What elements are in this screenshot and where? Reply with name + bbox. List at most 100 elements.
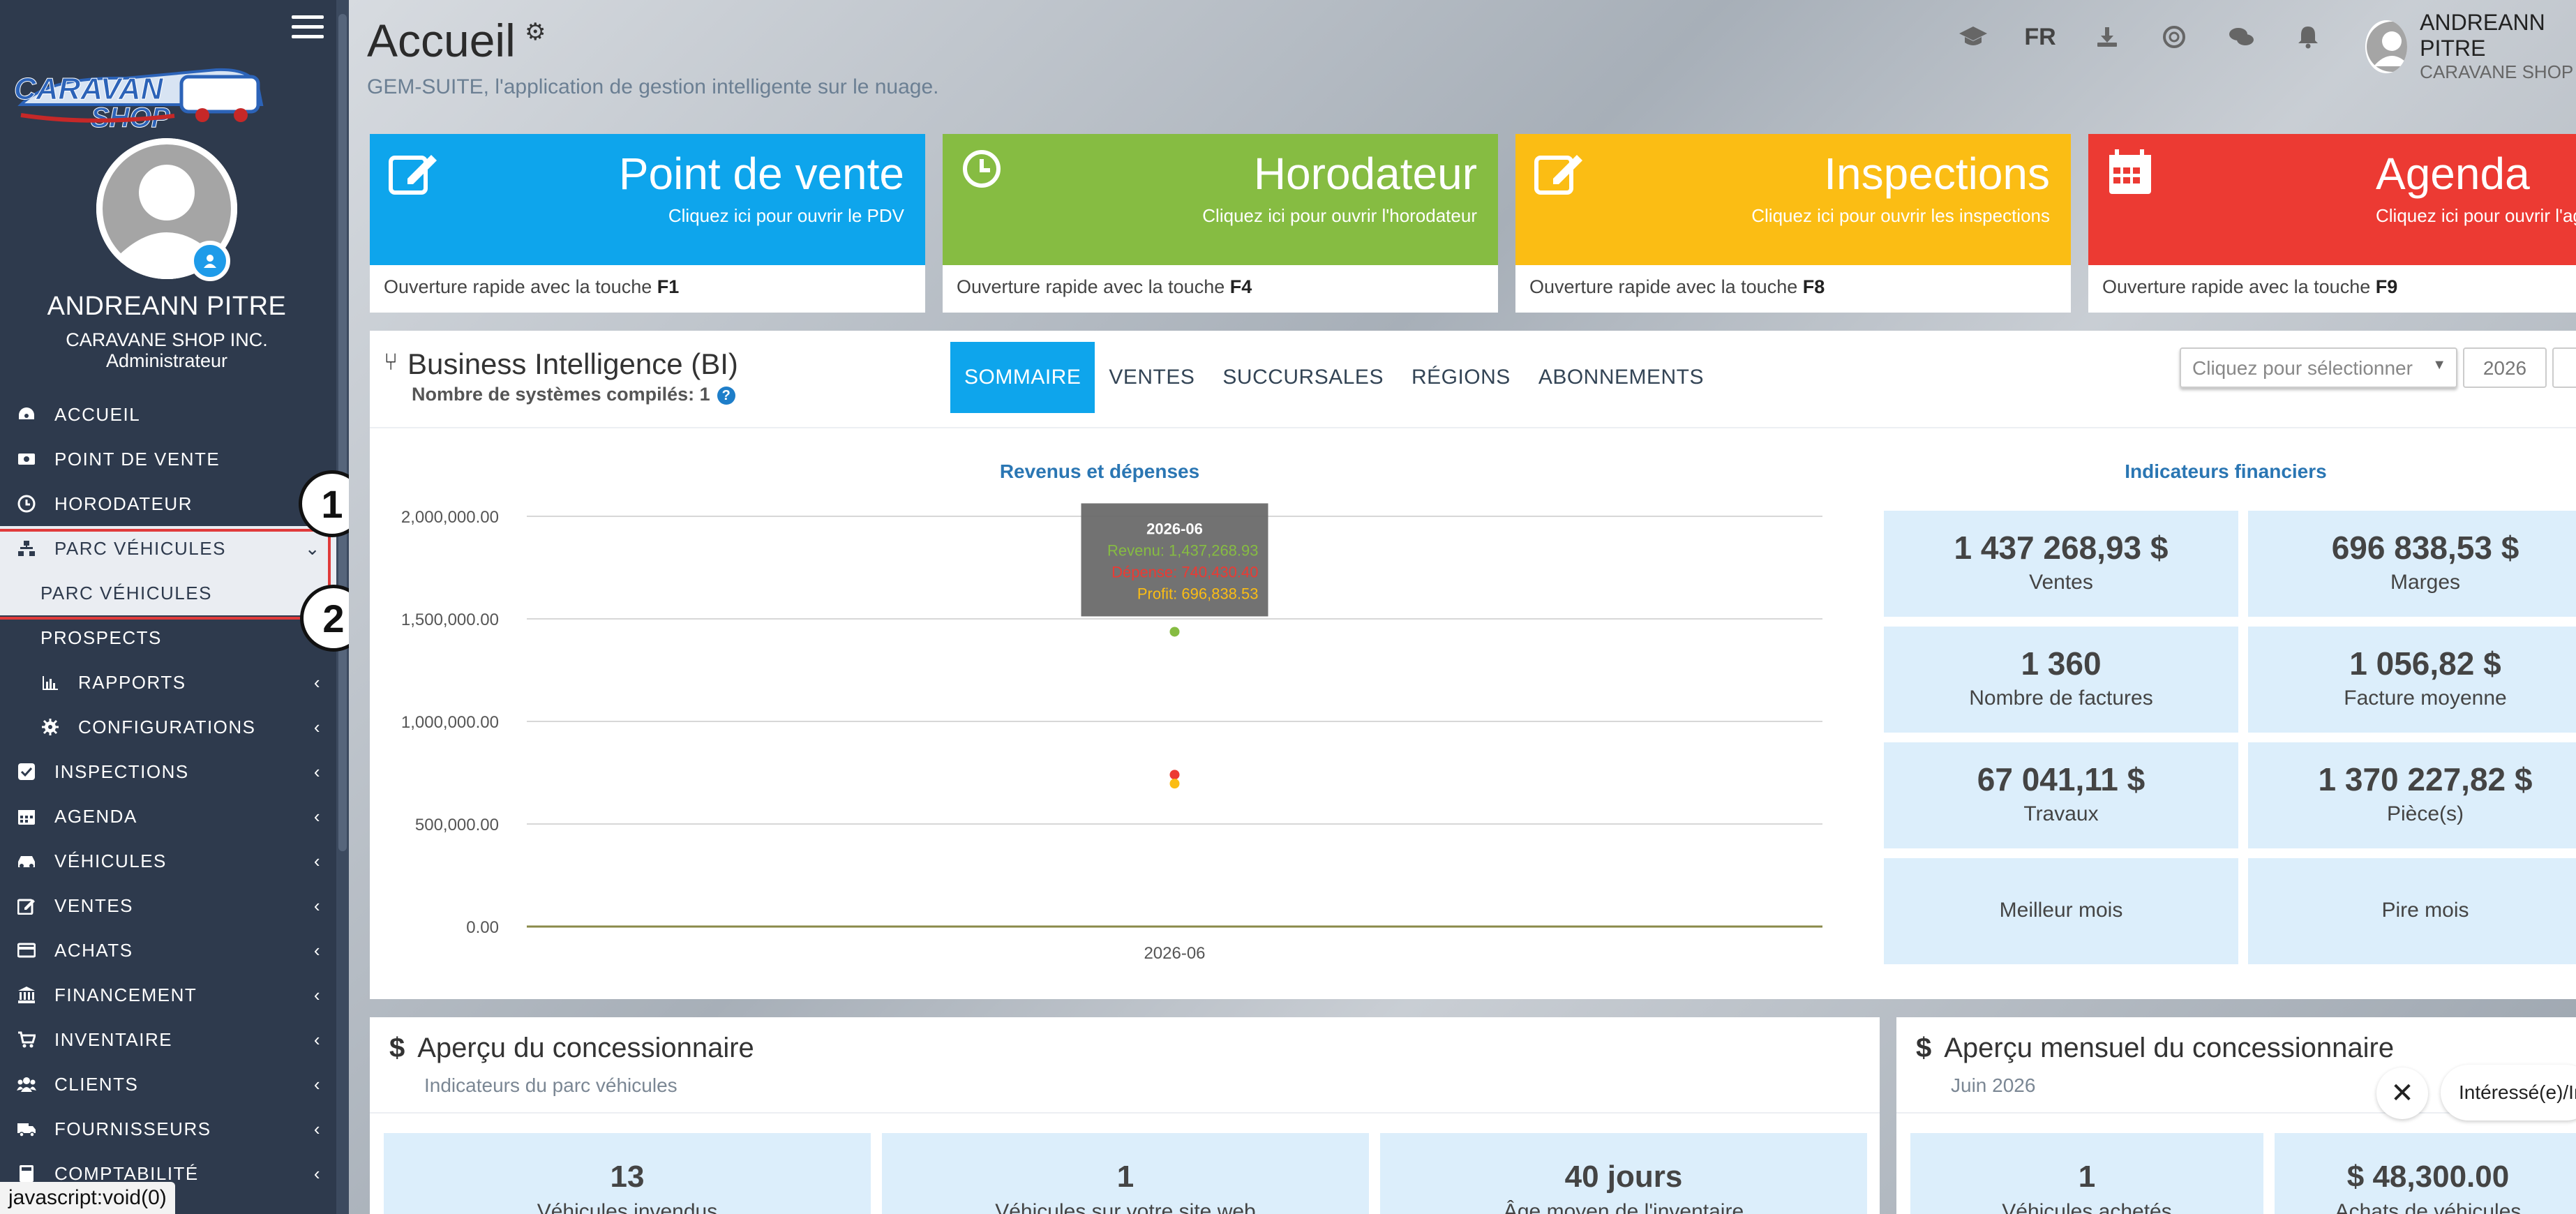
profile-user-icon[interactable] [190,241,230,281]
sidebar-item-inspections[interactable]: INSPECTIONS ‹ [0,749,336,794]
data-point-dépense [1169,770,1180,780]
lifebuoy-icon[interactable] [2141,20,2208,54]
page-subtitle: GEM-SUITE, l'application de gestion inte… [367,75,939,98]
tab-succursales[interactable]: SUCCURSALES [1208,342,1398,413]
bi-title: Business Intelligence (BI) [407,347,738,380]
indicator-label: Ventes [2029,571,2093,594]
y-tick-label: 2,000,000.00 [401,508,499,527]
tab-ventes[interactable]: VENTES [1095,342,1208,413]
hamburger-menu-icon[interactable] [292,15,324,43]
company-logo[interactable]: CARAVAN SHOP [7,49,272,134]
sidebar-item-vehicules[interactable]: VÉHICULES ‹ [0,839,336,883]
bi-systems-count: Nombre de systèmes compilés: 1 [412,384,710,405]
bell-icon[interactable] [2275,20,2342,54]
indicator-label: Meilleur mois [1999,899,2123,922]
indicator-card-marges: 696 838,53 $ Marges [2248,511,2576,617]
sidebar-item-point-de-vente[interactable]: POINT DE VENTE [0,437,336,481]
indicator-label: Travaux [2023,802,2099,825]
sidebar-scroll-thumb[interactable] [338,14,347,851]
tile-subtitle: Cliquez ici pour ouvrir l'agenda [2376,205,2576,226]
language-toggle[interactable]: FR [2007,20,2074,54]
revenue-expense-chart[interactable]: 2,000,000.00 1,500,000.00 1,000,000.00 500,… [370,484,1835,973]
branch-select[interactable]: Cliquez pour sélectionner ▼ [2180,347,2457,388]
chart-title: Revenus et dépenses [999,460,1200,482]
y-tick-label: 0.00 [466,918,499,937]
chevron-left-icon: ‹ [313,1118,321,1139]
sidebar-item-label: POINT DE VENTE [54,448,220,470]
indicator-label: Facture moyenne [2344,687,2507,710]
cart-icon [17,1030,36,1049]
month-select[interactable] [2552,347,2576,388]
tile-footer: Ouverture rapide avec la touche [1529,276,1798,297]
interest-toast[interactable]: Intéressé(e)/Interested? [2441,1065,2576,1121]
top-user-avatar[interactable] [2365,20,2408,73]
stat-label: Achats de véhicules [2335,1200,2522,1214]
tile-subtitle: Cliquez ici pour ouvrir l'horodateur [1202,205,1477,226]
tile-title: Horodateur [1253,149,1477,199]
tile-point-de-vente[interactable]: Point de vente Cliquez ici pour ouvrir l… [370,134,925,313]
download-icon[interactable] [2074,20,2141,54]
chevron-left-icon: ‹ [313,984,321,1005]
tab-abonnements[interactable]: ABONNEMENTS [1525,342,1718,413]
graduation-cap-icon[interactable] [1940,20,2007,54]
calculator-icon [17,1164,36,1183]
tile-agenda[interactable]: Agenda Cliquez ici pour ouvrir l'agenda … [2088,134,2576,313]
sidebar-item-horodateur[interactable]: HORODATEUR [0,481,336,526]
sidebar-item-inventaire[interactable]: INVENTAIRE ‹ [0,1017,336,1062]
tile-inspections[interactable]: Inspections Cliquez ici pour ouvrir les … [1515,134,2071,313]
sidebar-subitem-prospects[interactable]: PROSPECTS [0,615,336,660]
dollar-icon: $ [1916,1033,1932,1063]
y-tick-label: 500,000.00 [415,816,499,834]
sidebar-item-agenda[interactable]: AGENDA ‹ [0,794,336,839]
indicator-value: 1 360 [2021,645,2102,682]
tab-sommaire[interactable]: SOMMAIRE [950,342,1095,413]
tile-footer: Ouverture rapide avec la touche [957,276,1225,297]
branch-select-placeholder: Cliquez pour sélectionner [2192,357,2413,379]
tile-subtitle: Cliquez ici pour ouvrir le PDV [668,205,904,226]
top-user-menu[interactable]: ANDREANN PITRE CARAVANE SHOP [2365,10,2576,83]
tab-regions[interactable]: RÉGIONS [1398,342,1525,413]
data-point-revenu [1169,627,1180,637]
indicator-value: 1 437 268,93 $ [1954,530,2169,566]
tile-horodateur[interactable]: Horodateur Cliquez ici pour ouvrir l'hor… [943,134,1498,313]
close-icon[interactable]: ✕ [2376,1067,2428,1119]
sidebar-item-label: ACCUEIL [54,403,141,425]
help-icon[interactable]: ? [717,386,735,405]
sidebar-item-accueil[interactable]: ACCUEIL [0,392,336,437]
indicator-card-pieces: 1 370 227,82 $ Pièce(s) [2248,742,2576,848]
sidebar-item-clients[interactable]: CLIENTS ‹ [0,1062,336,1107]
stat-card: 1 Véhicules sur votre site web [882,1133,1369,1214]
sidebar-subitem-configurations[interactable]: CONFIGURATIONS ‹ [0,705,336,749]
tile-subtitle: Cliquez ici pour ouvrir les inspections [1751,205,2050,226]
tooltip-profit: Profit: 696,838.53 [1137,585,1259,602]
sidebar-item-label: VÉHICULES [54,850,167,871]
clock-icon [963,150,1001,188]
bar-chart-icon [40,673,60,692]
tile-shortcut-key: F9 [2375,276,2398,297]
clock-icon [17,494,36,514]
edit-icon [1534,155,1582,195]
sidebar-item-label: FOURNISSEURS [54,1118,211,1139]
sidebar-item-ventes[interactable]: VENTES ‹ [0,883,336,928]
indicator-value: 1 370 227,82 $ [2318,761,2533,797]
chat-icon[interactable] [2208,20,2275,54]
sidebar-subitem-rapports[interactable]: RAPPORTS ‹ [0,660,336,705]
year-select[interactable]: 2026 [2463,347,2547,388]
tooltip-depense: Dépense: 740,430.40 [1111,563,1258,580]
chevron-left-icon: ‹ [313,671,321,693]
page-settings-gear-icon[interactable]: ⚙ [525,18,546,46]
indicator-card-ventes: 1 437 268,93 $ Ventes [1884,511,2238,617]
edit-icon [389,155,437,195]
chevron-left-icon: ‹ [313,716,321,737]
bank-icon [17,985,36,1005]
sidebar-item-label: CONFIGURATIONS [78,716,256,737]
top-user-name: ANDREANN PITRE [2420,10,2545,61]
stat-card: 1 Véhicules achetés [1910,1133,2263,1214]
tooltip-title: 2026-06 [1146,520,1203,537]
stat-value: $ 48,300.00 [2346,1160,2510,1194]
sidebar-item-achats[interactable]: ACHATS ‹ [0,928,336,973]
stat-value: 40 jours [1564,1160,1683,1194]
sidebar-item-financement[interactable]: FINANCEMENT ‹ [0,973,336,1017]
sidebar-item-fournisseurs[interactable]: FOURNISSEURS ‹ [0,1107,336,1151]
bi-panel: ⑂ Business Intelligence (BI) Nombre de s… [370,331,2576,999]
